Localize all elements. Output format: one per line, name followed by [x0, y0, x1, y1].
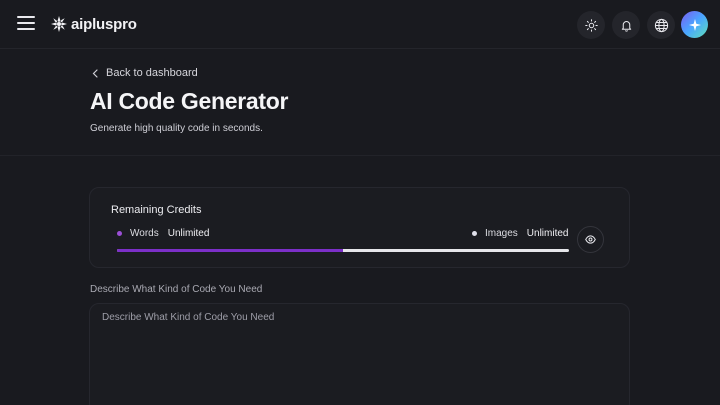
page-subtitle: Generate high quality code in seconds. [90, 123, 263, 134]
bell-icon [621, 20, 631, 32]
language-button[interactable] [647, 11, 675, 39]
images-value: Unlimited [526, 228, 569, 239]
sparkle-icon [688, 18, 701, 31]
words-value: Unlimited [167, 228, 210, 239]
images-legend: Images Unlimited [472, 228, 568, 239]
code-description-label: Describe What Kind of Code You Need [90, 284, 263, 295]
toggle-credits-visibility-button[interactable] [577, 226, 604, 253]
chevron-left-icon [92, 68, 98, 78]
brand-name: aipluspro [71, 15, 137, 33]
page-title: AI Code Generator [90, 88, 289, 114]
words-dot-icon [117, 231, 122, 236]
avatar[interactable] [681, 11, 708, 38]
credits-progress-bar [117, 249, 569, 252]
remaining-credits-card: Remaining Credits Words Unlimited Images… [89, 187, 630, 268]
theme-toggle-button[interactable] [577, 11, 605, 39]
images-dot-icon [472, 231, 477, 236]
top-bar: aipluspro [0, 0, 720, 49]
words-progress-fill [117, 249, 343, 252]
words-legend: Words Unlimited [117, 228, 209, 239]
code-description-input[interactable] [89, 303, 630, 405]
back-to-dashboard-link[interactable]: Back to dashboard [92, 67, 198, 79]
notifications-button[interactable] [612, 11, 640, 39]
words-label: Words [130, 228, 159, 239]
logo-mark-icon [51, 16, 67, 32]
back-link-label: Back to dashboard [106, 67, 198, 79]
credits-title: Remaining Credits [111, 204, 202, 216]
brand-logo[interactable]: aipluspro [51, 14, 137, 34]
eye-icon [585, 235, 596, 244]
globe-icon [654, 18, 668, 32]
menu-icon[interactable] [17, 16, 35, 32]
sun-icon [584, 18, 598, 32]
images-label: Images [485, 228, 518, 239]
